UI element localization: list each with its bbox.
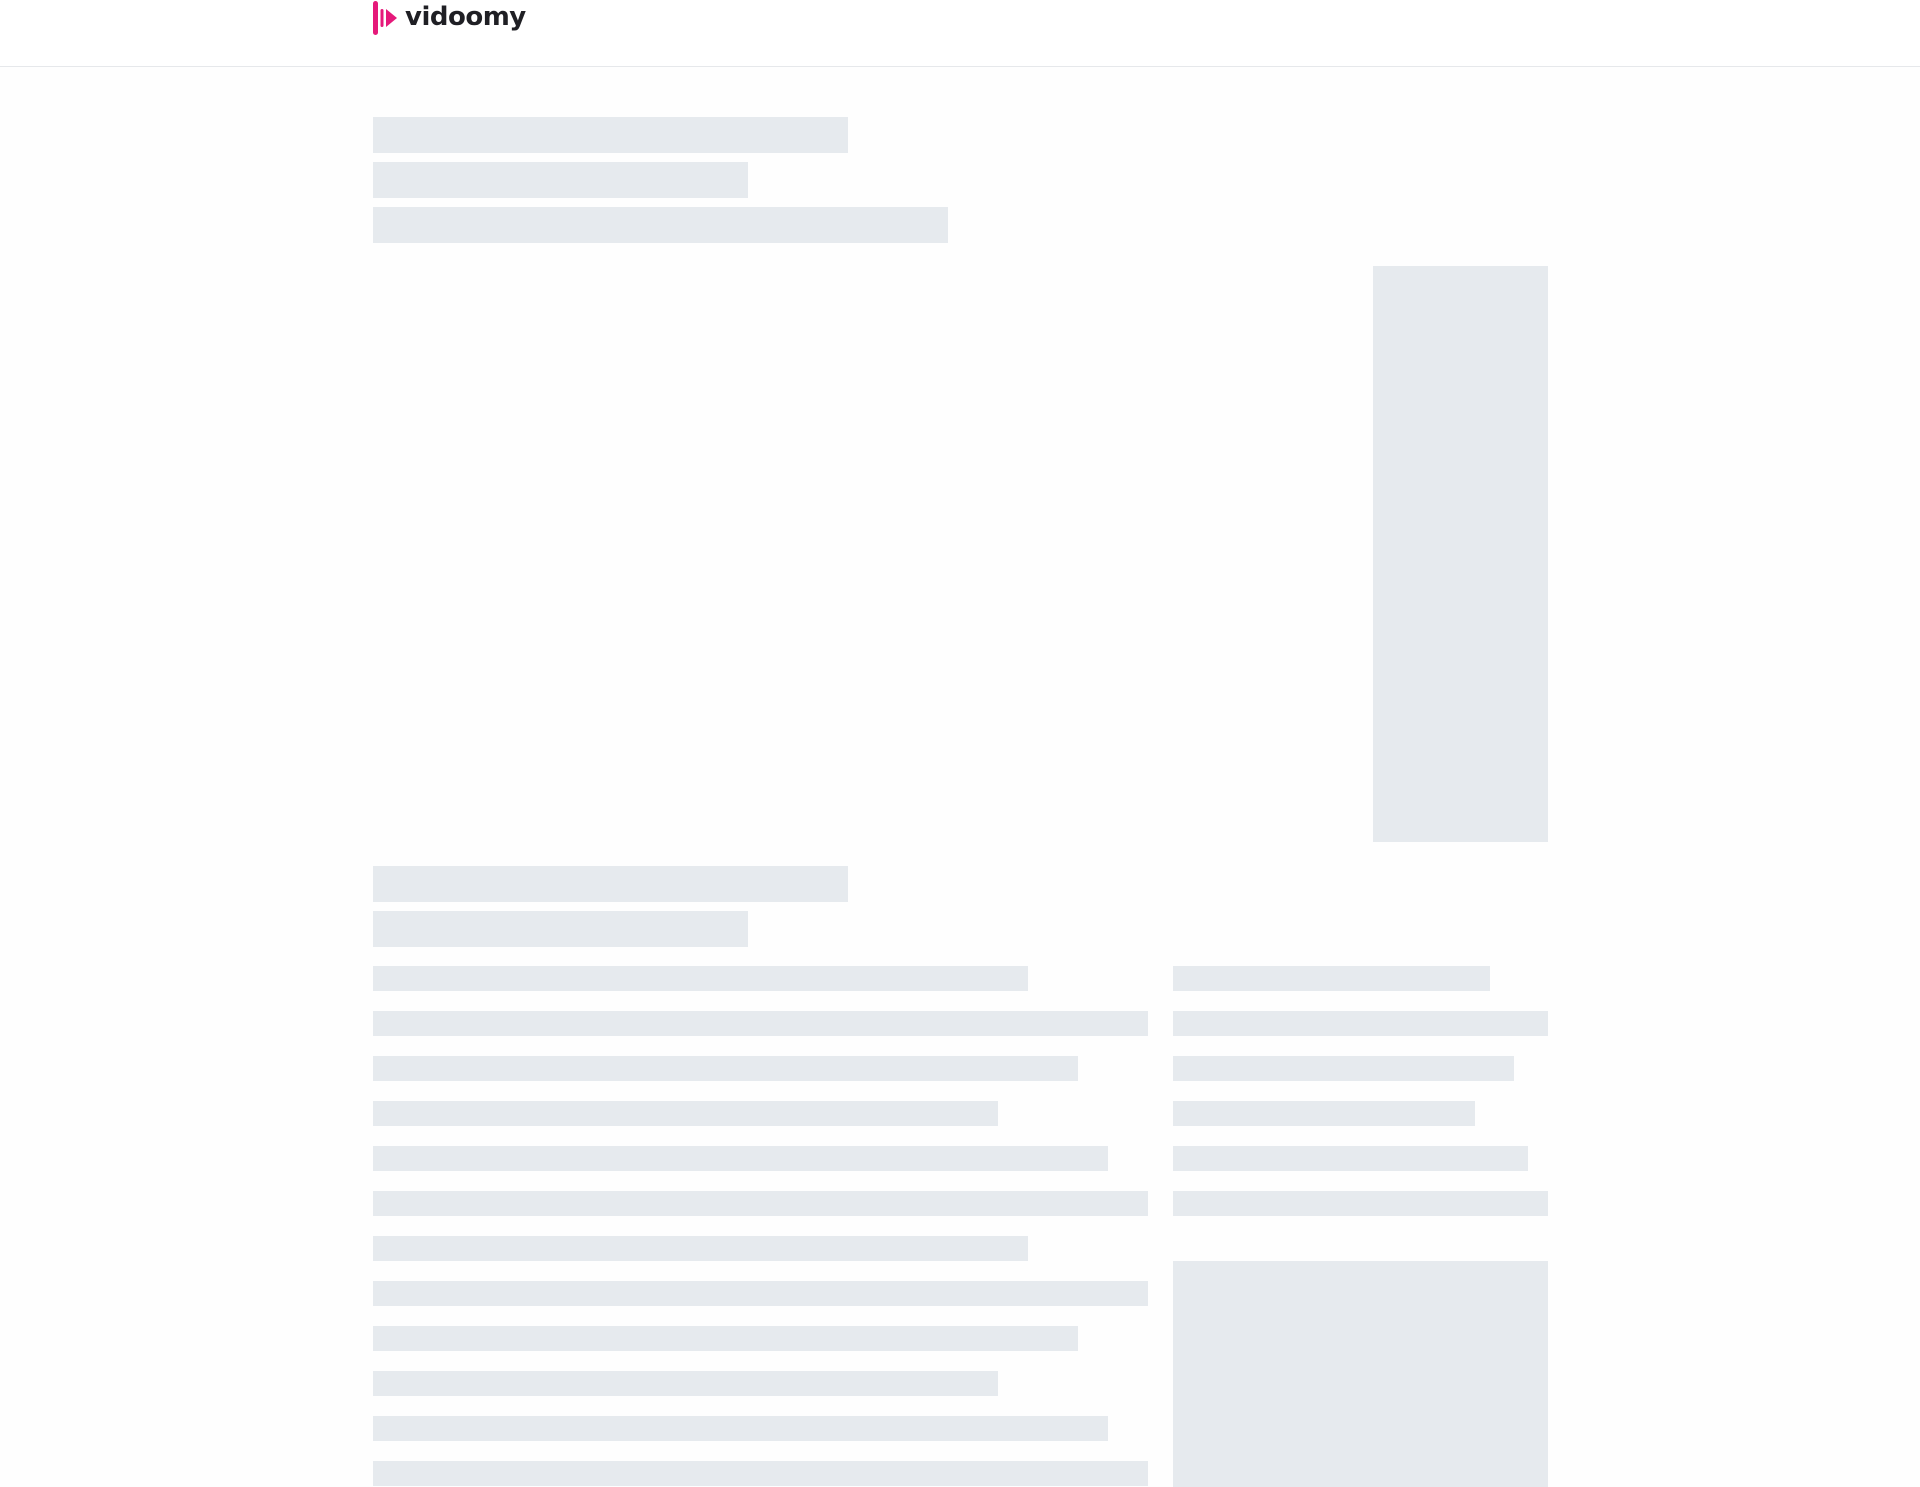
body-text-line-skeleton (373, 1011, 1148, 1036)
logo-wordmark: vidoomy (405, 2, 526, 32)
body-text-line-skeleton (373, 1101, 998, 1126)
body-text-line-skeleton (373, 1146, 1108, 1171)
sidebar-text-line-skeleton (1173, 1146, 1528, 1171)
body-text-line-skeleton (373, 1416, 1108, 1441)
sidebar-text-line-skeleton (1173, 1056, 1514, 1081)
subtitle-line-skeleton (373, 911, 748, 947)
body-text-line-skeleton (373, 1371, 998, 1396)
title-line-skeleton (373, 207, 948, 243)
vidoomy-play-logo-icon (373, 1, 397, 35)
body-text-line-skeleton (373, 966, 1028, 991)
site-header: vidoomy (0, 0, 1920, 67)
body-text-line-skeleton (373, 1056, 1078, 1081)
title-line-skeleton (373, 117, 848, 153)
body-text-line-skeleton (373, 1191, 1148, 1216)
body-text-line-skeleton (373, 1326, 1078, 1351)
body-text-line-skeleton (373, 1461, 1148, 1486)
sidebar-text-line-skeleton (1173, 1011, 1548, 1036)
subtitle-line-skeleton (373, 866, 848, 902)
sidebar-box-ad-placeholder (1173, 1261, 1548, 1487)
body-text-line-skeleton (373, 1281, 1148, 1306)
body-text-line-skeleton (373, 1236, 1028, 1261)
sidebar-text-line-skeleton (1173, 1101, 1475, 1126)
sidebar-text-line-skeleton (1173, 1191, 1548, 1216)
vidoomy-logo-link[interactable]: vidoomy (372, 0, 526, 36)
sidebar-ad-placeholder (1373, 266, 1548, 842)
sidebar-text-line-skeleton (1173, 966, 1490, 991)
title-line-skeleton (373, 162, 748, 198)
